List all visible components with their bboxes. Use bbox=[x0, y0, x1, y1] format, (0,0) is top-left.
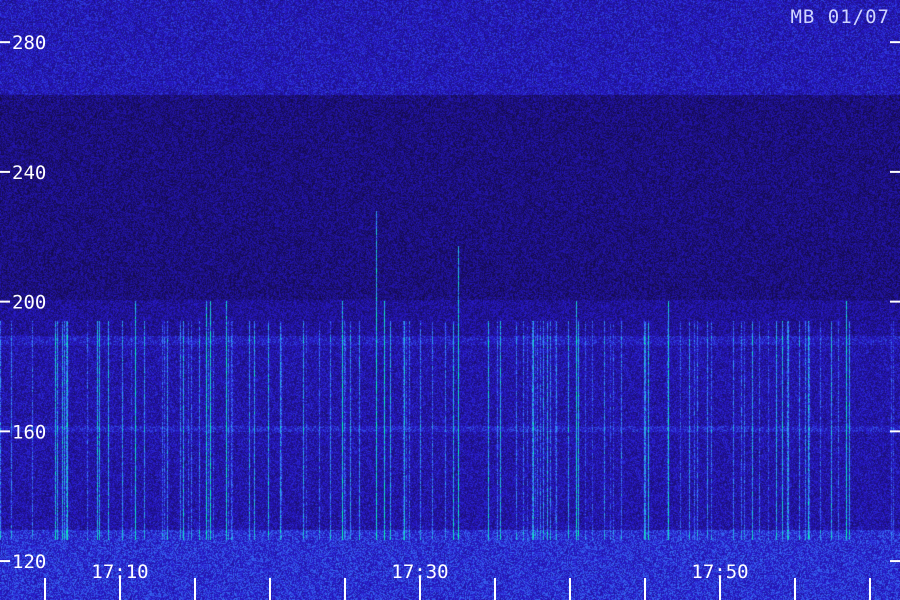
spectrogram-chart: 280 240 200 160 120 17:10 17:30 17:50 MB 01/07 bbox=[0, 0, 900, 600]
x-tick-label-1: 17:30 bbox=[391, 561, 448, 583]
axis-overlay: 280 240 200 160 120 17:10 17:30 17:50 bbox=[0, 32, 900, 600]
x-tick-label-2: 17:50 bbox=[691, 561, 748, 583]
y-tick-label-160: 160 bbox=[12, 421, 46, 443]
y-tick-label-280: 280 bbox=[12, 32, 46, 54]
y-tick-label-200: 200 bbox=[12, 292, 46, 314]
y-tick-label-120: 120 bbox=[12, 551, 46, 573]
y-tick-label-240: 240 bbox=[12, 162, 46, 184]
station-date-stamp: MB 01/07 bbox=[790, 6, 890, 28]
x-tick-label-0: 17:10 bbox=[91, 561, 148, 583]
